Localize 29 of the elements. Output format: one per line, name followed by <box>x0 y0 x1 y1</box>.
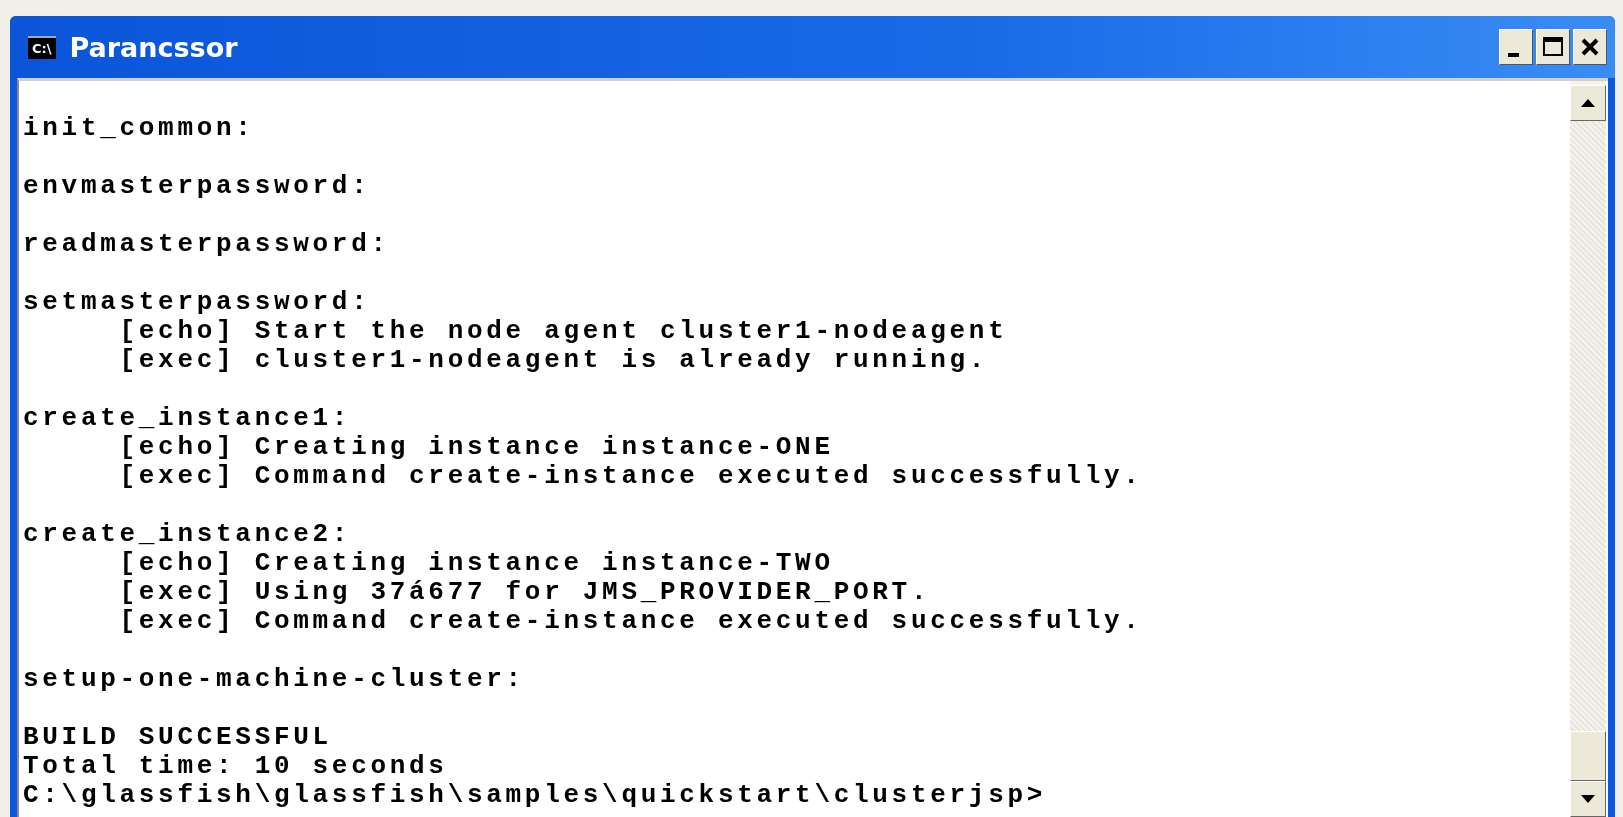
console-line: BUILD SUCCESSFUL <box>23 723 332 752</box>
up-triangle-icon <box>1580 98 1596 108</box>
close-button[interactable] <box>1573 29 1607 65</box>
window-title: Parancssor <box>69 31 239 63</box>
console-line: [exec] Using 37á677 for JMS_PROVIDER_PORT. <box>118 578 931 607</box>
console-line: readmasterpassword: <box>23 230 390 259</box>
minimize-button[interactable] <box>1499 29 1533 65</box>
console-line: [exec] Command create-instance executed successfully. <box>118 462 1143 491</box>
console-line: setmasterpassword: <box>23 288 371 317</box>
console-line: Total time: 10 seconds <box>23 752 448 781</box>
console-line: [echo] Creating instance instance-TWO <box>118 549 834 578</box>
minimize-icon <box>1507 53 1519 57</box>
console-line: create_instance2: <box>23 520 352 549</box>
console-line: C:\glassfish\glassfish\samples\quickstart\clusterjsp> <box>23 781 1047 810</box>
console-line: envmasterpassword: <box>23 172 371 201</box>
console-line: init_common: <box>23 114 255 143</box>
scroll-up-button[interactable] <box>1570 85 1606 121</box>
maximize-button[interactable] <box>1536 29 1570 65</box>
console-line: [exec] Command create-instance executed successfully. <box>118 607 1143 636</box>
console-line: [echo] Start the node agent cluster1-nodeagent <box>118 317 1008 346</box>
console-line: [echo] Creating instance instance-ONE <box>118 433 834 462</box>
console-line: setup-one-machine-cluster: <box>23 665 525 694</box>
console-icon: C:\ <box>28 35 56 59</box>
console-line: create_instance1: <box>23 404 352 433</box>
down-triangle-icon <box>1580 794 1596 804</box>
scroll-down-button[interactable] <box>1570 781 1606 817</box>
vertical-scrollbar[interactable] <box>1570 81 1606 817</box>
scrollbar-thumb[interactable] <box>1570 731 1606 781</box>
console-line: [exec] cluster1-nodeagent is already running. <box>118 346 989 375</box>
